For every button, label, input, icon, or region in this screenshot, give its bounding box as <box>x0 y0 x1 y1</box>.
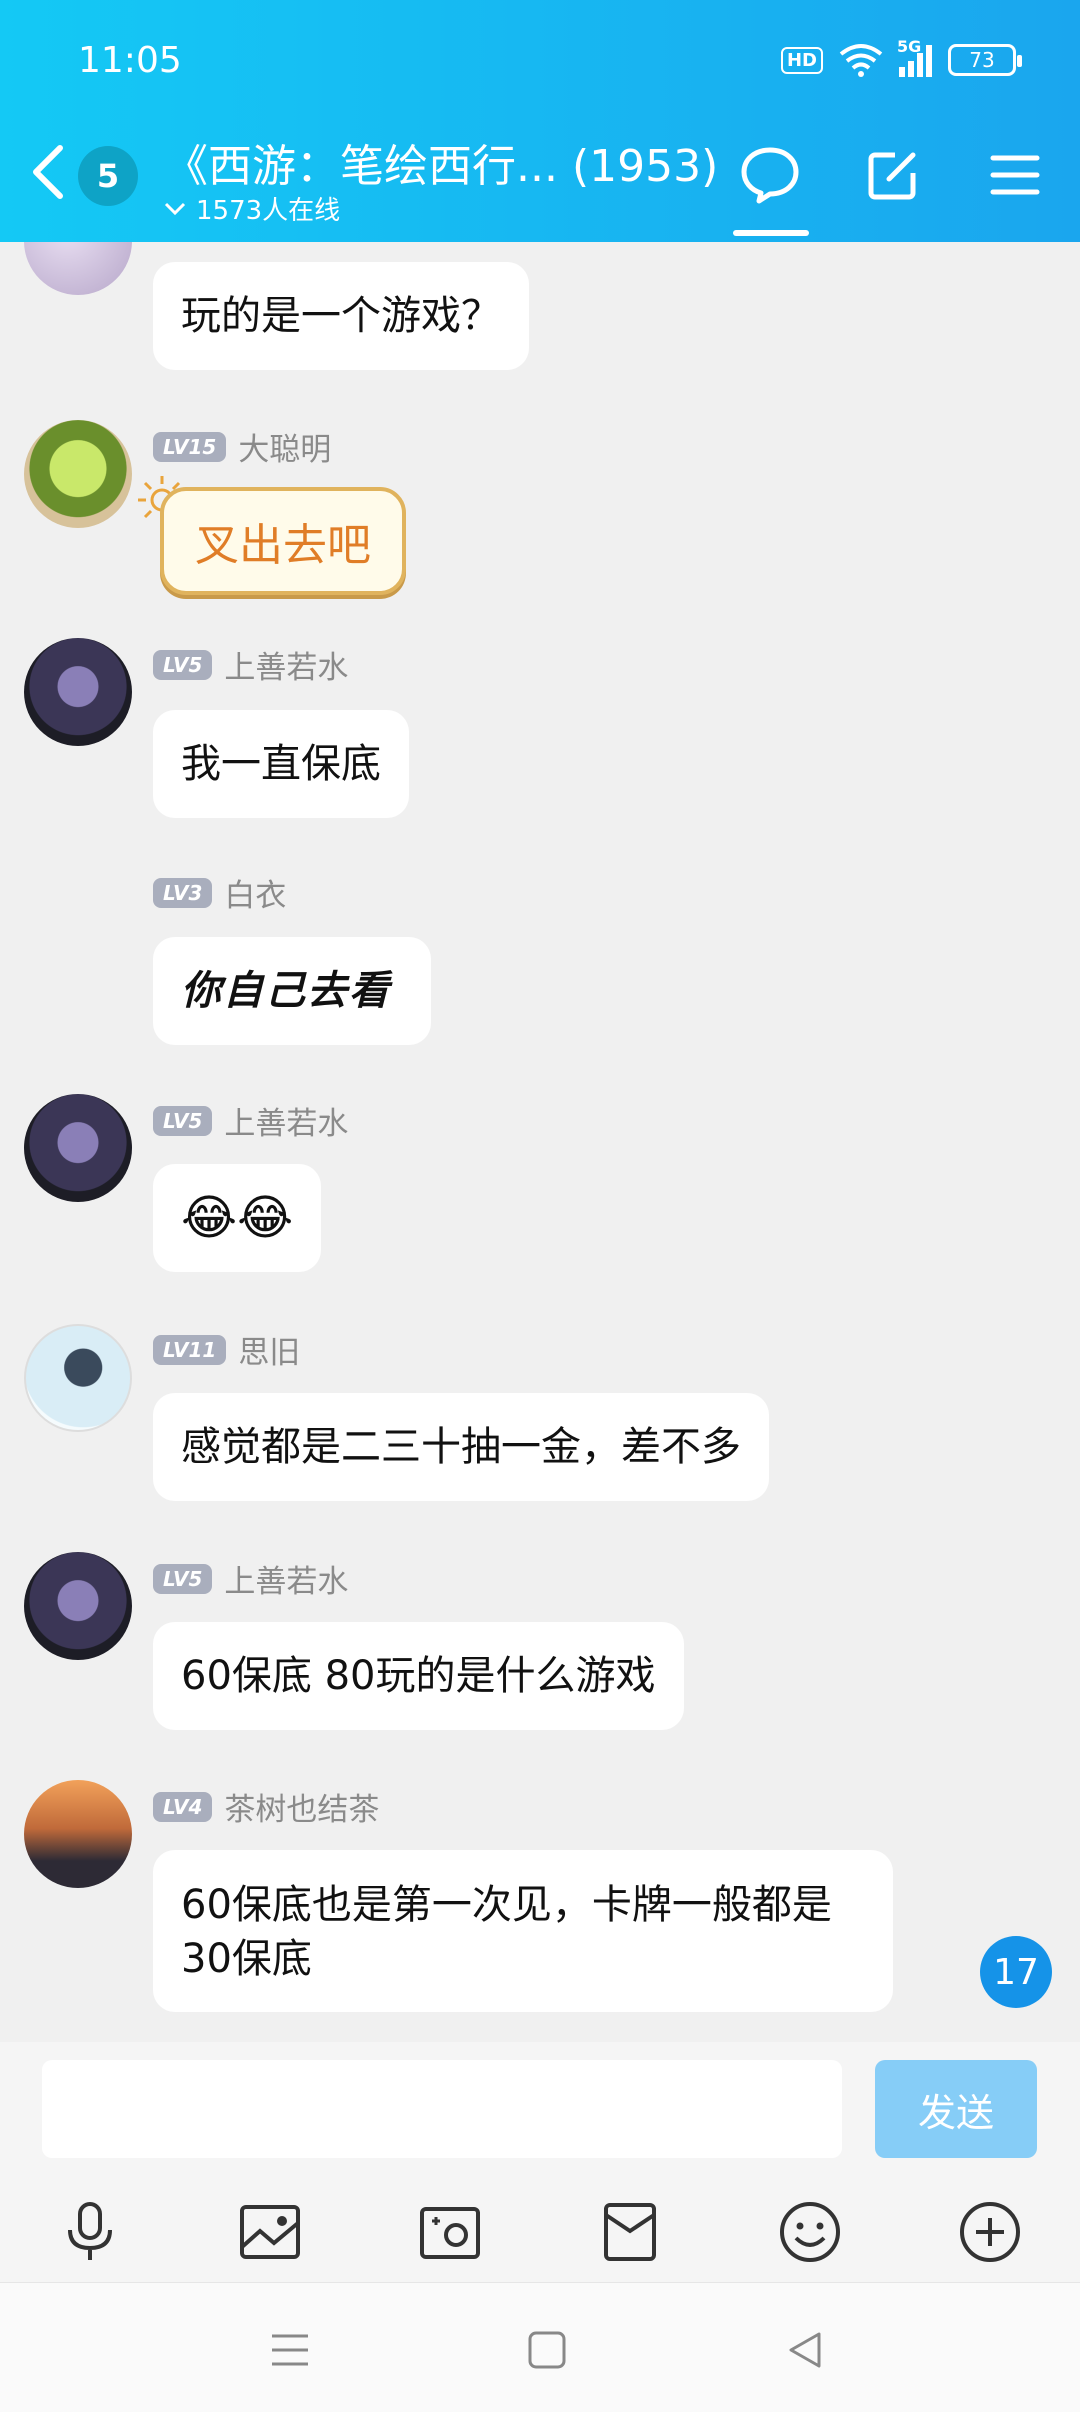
group-title[interactable]: 《西游：笔绘西行... (1953) <box>164 130 718 194</box>
status-time: 11:05 <box>78 40 182 81</box>
camera-button[interactable] <box>410 2192 490 2272</box>
sender-name[interactable]: 上善若水 <box>224 1556 348 1601</box>
status-icons: HD 5G 73 <box>780 37 1022 78</box>
avatar[interactable] <box>24 420 132 528</box>
level-badge: LV11 <box>153 1334 227 1365</box>
level-badge: LV3 <box>153 877 213 908</box>
sender-name[interactable]: 上善若水 <box>224 642 348 687</box>
sender-meta: LV3 白衣 <box>153 870 286 915</box>
sender-name[interactable]: 上善若水 <box>224 1098 348 1143</box>
menu-button[interactable] <box>980 140 1050 210</box>
signal-icon: 5G <box>897 37 932 77</box>
sender-name[interactable]: 思旧 <box>238 1327 300 1372</box>
more-button[interactable] <box>950 2192 1030 2272</box>
message-bubble[interactable]: 你自己去看 <box>153 937 431 1045</box>
image-button[interactable] <box>230 2192 310 2272</box>
level-badge: LV5 <box>153 1563 213 1594</box>
send-button[interactable]: 发送 <box>875 2060 1037 2158</box>
avatar[interactable] <box>24 1780 132 1888</box>
message-input[interactable] <box>42 2060 842 2158</box>
nav-menu-button[interactable] <box>255 2315 325 2385</box>
chevron-left-icon <box>33 145 63 199</box>
red-packet-button[interactable] <box>590 2192 670 2272</box>
avatar[interactable] <box>24 1552 132 1660</box>
message-bubble[interactable]: 感觉都是二三十抽一金，差不多 <box>153 1393 769 1501</box>
sender-meta: LV5 上善若水 <box>153 1098 348 1143</box>
menu-icon <box>272 2334 308 2366</box>
red-packet-icon <box>604 2203 656 2261</box>
message-list[interactable]: 玩的是一个游戏？ LV15 大聪明 叉出去吧 LV5 上善若水 我一直保底 LV… <box>0 242 1080 2042</box>
level-badge: LV15 <box>153 431 227 462</box>
chevron-down-icon <box>164 202 186 215</box>
level-badge: LV5 <box>153 1105 213 1136</box>
sender-meta: LV15 大聪明 <box>153 424 331 469</box>
message-bubble[interactable]: 60保底也是第一次见，卡牌一般都是30保底 <box>153 1850 893 2012</box>
sender-meta: LV5 上善若水 <box>153 1556 348 1601</box>
message-bubble[interactable]: 我一直保底 <box>153 710 409 818</box>
voice-button[interactable] <box>50 2192 130 2272</box>
nav-home-button[interactable] <box>512 2315 582 2385</box>
avatar[interactable] <box>24 1094 132 1202</box>
network-type: 5G <box>897 37 922 56</box>
online-count[interactable]: 1573人在线 <box>164 190 340 227</box>
avatar[interactable] <box>24 638 132 746</box>
triangle-back-icon <box>789 2332 821 2368</box>
chat-header: 11:05 HD 5G 73 5 《西游：笔绘西行... (1953) 1573… <box>0 0 1080 242</box>
message-bubble[interactable]: 玩的是一个游戏？ <box>153 262 529 370</box>
edit-icon <box>868 152 916 200</box>
sender-name[interactable]: 茶树也结茶 <box>224 1784 379 1829</box>
camera-icon <box>420 2207 480 2259</box>
unread-count-badge[interactable]: 5 <box>78 146 138 206</box>
emoji-message[interactable]: 😂😂 <box>153 1164 322 1272</box>
input-area: 发送 <box>0 2042 1080 2282</box>
wifi-icon <box>839 44 883 77</box>
plus-circle-icon <box>960 2202 1020 2262</box>
avatar[interactable] <box>24 242 132 295</box>
compose-button[interactable] <box>858 140 928 210</box>
image-icon <box>240 2205 300 2259</box>
sender-name[interactable]: 大聪明 <box>238 424 331 469</box>
square-icon <box>528 2331 566 2369</box>
nav-back-button[interactable] <box>770 2315 840 2385</box>
level-badge: LV4 <box>153 1791 213 1822</box>
back-button[interactable] <box>28 140 76 204</box>
online-count-label: 1573人在线 <box>196 196 341 226</box>
new-messages-badge[interactable]: 17 <box>980 1936 1052 2008</box>
microphone-icon <box>68 2202 112 2260</box>
sticker-message[interactable]: 叉出去吧 <box>160 487 406 595</box>
hd-icon: HD <box>780 46 823 74</box>
chat-tab-button[interactable] <box>735 140 805 210</box>
avatar[interactable] <box>24 1324 132 1432</box>
message-bubble[interactable]: 60保底 80玩的是什么游戏 <box>153 1622 684 1730</box>
system-nav-bar <box>0 2282 1080 2412</box>
sender-meta: LV4 茶树也结茶 <box>153 1784 379 1829</box>
level-badge: LV5 <box>153 649 213 680</box>
sender-meta: LV11 思旧 <box>153 1327 300 1372</box>
emoji-button[interactable] <box>770 2192 850 2272</box>
chat-bubble-icon <box>741 147 799 204</box>
sender-meta: LV5 上善若水 <box>153 642 348 687</box>
active-tab-indicator <box>733 230 809 236</box>
battery-icon: 73 <box>948 44 1022 76</box>
sender-name[interactable]: 白衣 <box>224 870 286 915</box>
battery-level: 73 <box>969 48 995 72</box>
menu-icon <box>990 155 1040 195</box>
smiley-icon <box>780 2202 840 2262</box>
